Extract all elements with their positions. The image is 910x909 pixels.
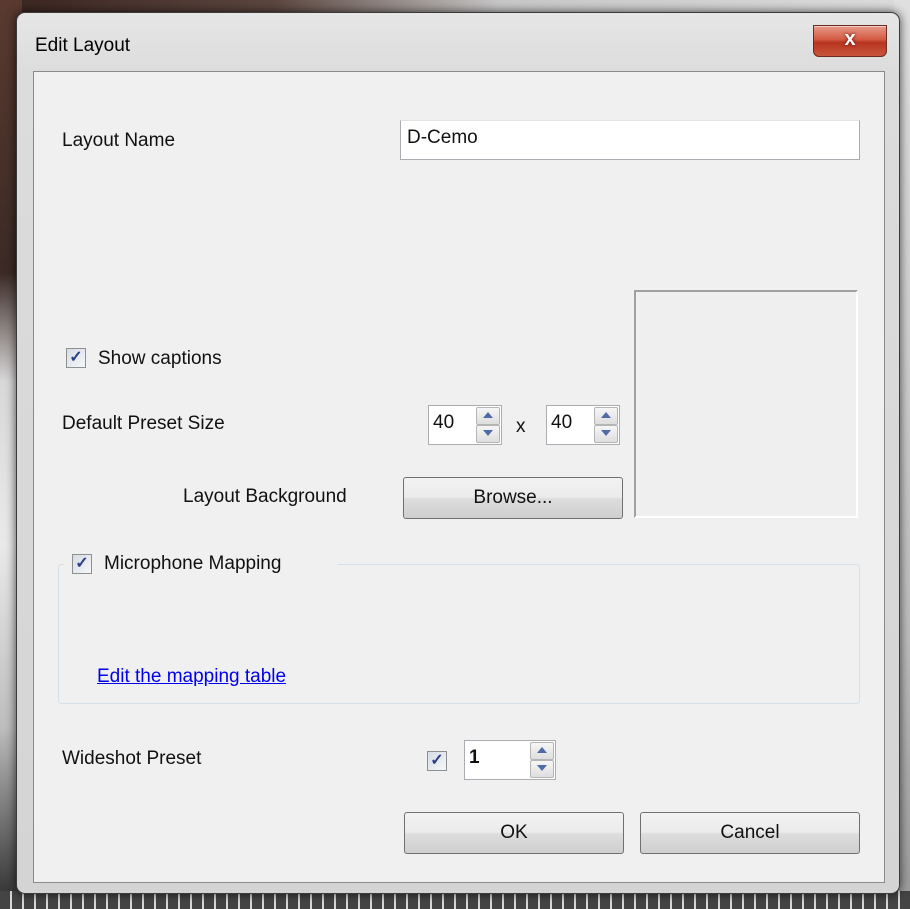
ok-button[interactable]: OK <box>404 812 624 854</box>
default-preset-size-label: Default Preset Size <box>62 413 225 434</box>
background-preview <box>634 290 858 518</box>
edit-layout-dialog: Edit Layout x Layout Name D-Cemo ✓ Show … <box>16 12 900 894</box>
preset-width-value: 40 <box>433 412 455 433</box>
show-captions-checkbox[interactable]: ✓ <box>66 348 86 368</box>
size-separator: x <box>516 416 526 437</box>
show-captions-label: Show captions <box>98 348 222 369</box>
preset-height-spinner[interactable]: 40 <box>546 405 620 445</box>
close-button[interactable]: x <box>813 25 887 57</box>
dialog-client-area: Layout Name D-Cemo ✓ Show captions Defau… <box>33 71 885 883</box>
window-title: Edit Layout <box>35 35 131 56</box>
layout-name-label: Layout Name <box>62 130 176 151</box>
arrow-down-icon[interactable] <box>594 425 618 443</box>
layout-name-input[interactable]: D-Cemo <box>400 120 860 160</box>
wideshot-preset-label: Wideshot Preset <box>62 748 202 769</box>
preset-height-value: 40 <box>551 412 573 433</box>
checkmark-icon: ✓ <box>75 555 89 572</box>
microphone-mapping-label: Microphone Mapping <box>104 553 282 574</box>
checkmark-icon: ✓ <box>430 752 444 769</box>
layout-name-value: D-Cemo <box>407 127 478 148</box>
close-icon: x <box>844 28 856 50</box>
wideshot-checkbox[interactable]: ✓ <box>427 751 447 771</box>
preset-width-spinner[interactable]: 40 <box>428 405 502 445</box>
microphone-mapping-checkbox[interactable]: ✓ <box>72 554 92 574</box>
cancel-button[interactable]: Cancel <box>640 812 860 854</box>
wideshot-value: 1 <box>469 747 480 768</box>
arrow-up-icon[interactable] <box>476 407 500 425</box>
arrow-down-icon[interactable] <box>476 425 500 443</box>
arrow-down-icon[interactable] <box>530 760 554 778</box>
arrow-up-icon[interactable] <box>594 407 618 425</box>
arrow-up-icon[interactable] <box>530 742 554 760</box>
browse-button[interactable]: Browse... <box>403 477 623 519</box>
checkmark-icon: ✓ <box>69 349 83 366</box>
wideshot-spinner[interactable]: 1 <box>464 740 556 780</box>
layout-background-label: Layout Background <box>183 486 347 507</box>
edit-mapping-table-link[interactable]: Edit the mapping table <box>97 666 286 688</box>
